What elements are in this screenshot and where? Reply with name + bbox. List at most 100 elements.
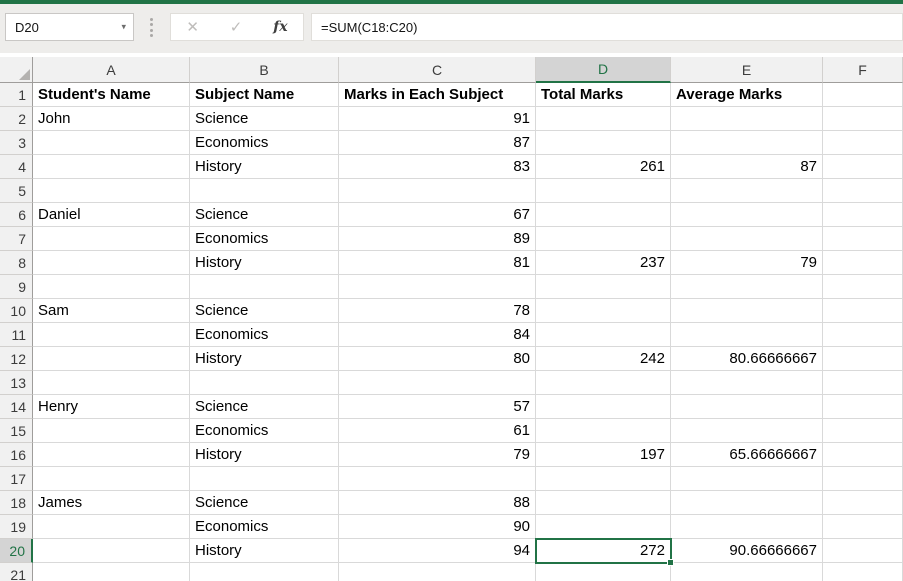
row-header-20[interactable]: 20: [0, 539, 33, 563]
cell-D18[interactable]: [536, 491, 671, 515]
cell-C1[interactable]: Marks in Each Subject: [339, 83, 536, 107]
row-header-3[interactable]: 3: [0, 131, 33, 155]
cell-E18[interactable]: [671, 491, 823, 515]
cell-F16[interactable]: [823, 443, 903, 467]
cell-C21[interactable]: [339, 563, 536, 581]
fill-handle[interactable]: [667, 559, 674, 566]
row-header-18[interactable]: 18: [0, 491, 33, 515]
cell-D1[interactable]: Total Marks: [536, 83, 671, 107]
column-header-B[interactable]: B: [190, 57, 339, 83]
cell-C3[interactable]: 87: [339, 131, 536, 155]
column-header-F[interactable]: F: [823, 57, 903, 83]
cell-B9[interactable]: [190, 275, 339, 299]
cell-D7[interactable]: [536, 227, 671, 251]
cell-B11[interactable]: Economics: [190, 323, 339, 347]
cell-C17[interactable]: [339, 467, 536, 491]
row-header-6[interactable]: 6: [0, 203, 33, 227]
cell-F1[interactable]: [823, 83, 903, 107]
cell-F21[interactable]: [823, 563, 903, 581]
row-header-19[interactable]: 19: [0, 515, 33, 539]
cell-B6[interactable]: Science: [190, 203, 339, 227]
cancel-icon[interactable]: ✕: [186, 18, 199, 36]
row-header-17[interactable]: 17: [0, 467, 33, 491]
cell-F14[interactable]: [823, 395, 903, 419]
cell-D8[interactable]: 237: [536, 251, 671, 275]
cell-E19[interactable]: [671, 515, 823, 539]
row-header-16[interactable]: 16: [0, 443, 33, 467]
cell-D2[interactable]: [536, 107, 671, 131]
cell-E17[interactable]: [671, 467, 823, 491]
cell-C12[interactable]: 80: [339, 347, 536, 371]
cell-E10[interactable]: [671, 299, 823, 323]
cell-E20[interactable]: 90.66666667: [671, 539, 823, 563]
formula-input[interactable]: =SUM(C18:C20): [311, 13, 903, 41]
cell-F17[interactable]: [823, 467, 903, 491]
cell-F13[interactable]: [823, 371, 903, 395]
cell-D10[interactable]: [536, 299, 671, 323]
cell-F4[interactable]: [823, 155, 903, 179]
cell-E15[interactable]: [671, 419, 823, 443]
column-header-C[interactable]: C: [339, 57, 536, 83]
cell-C15[interactable]: 61: [339, 419, 536, 443]
row-header-2[interactable]: 2: [0, 107, 33, 131]
cell-A7[interactable]: [33, 227, 190, 251]
cell-D14[interactable]: [536, 395, 671, 419]
cell-B8[interactable]: History: [190, 251, 339, 275]
cell-D11[interactable]: [536, 323, 671, 347]
row-header-9[interactable]: 9: [0, 275, 33, 299]
column-header-E[interactable]: E: [671, 57, 823, 83]
cell-C8[interactable]: 81: [339, 251, 536, 275]
row-header-10[interactable]: 10: [0, 299, 33, 323]
cell-C20[interactable]: 94: [339, 539, 536, 563]
cell-B18[interactable]: Science: [190, 491, 339, 515]
cell-A3[interactable]: [33, 131, 190, 155]
formula-bar-splitter-icon[interactable]: [150, 18, 153, 37]
cell-A4[interactable]: [33, 155, 190, 179]
cell-F10[interactable]: [823, 299, 903, 323]
cell-C11[interactable]: 84: [339, 323, 536, 347]
row-header-21[interactable]: 21: [0, 563, 33, 581]
cell-A21[interactable]: [33, 563, 190, 581]
cell-C10[interactable]: 78: [339, 299, 536, 323]
cell-D5[interactable]: [536, 179, 671, 203]
cell-B1[interactable]: Subject Name: [190, 83, 339, 107]
cell-D16[interactable]: 197: [536, 443, 671, 467]
cell-B15[interactable]: Economics: [190, 419, 339, 443]
cell-D15[interactable]: [536, 419, 671, 443]
name-box-dropdown-icon[interactable]: ▾: [121, 22, 126, 33]
row-header-12[interactable]: 12: [0, 347, 33, 371]
row-header-4[interactable]: 4: [0, 155, 33, 179]
cell-A12[interactable]: [33, 347, 190, 371]
select-all-button[interactable]: [0, 57, 33, 83]
cell-E2[interactable]: [671, 107, 823, 131]
cell-F5[interactable]: [823, 179, 903, 203]
cell-A13[interactable]: [33, 371, 190, 395]
cell-F20[interactable]: [823, 539, 903, 563]
cell-B16[interactable]: History: [190, 443, 339, 467]
cell-A17[interactable]: [33, 467, 190, 491]
cell-C16[interactable]: 79: [339, 443, 536, 467]
cell-A19[interactable]: [33, 515, 190, 539]
row-header-5[interactable]: 5: [0, 179, 33, 203]
cell-C19[interactable]: 90: [339, 515, 536, 539]
cell-F3[interactable]: [823, 131, 903, 155]
cell-A16[interactable]: [33, 443, 190, 467]
cell-A2[interactable]: John: [33, 107, 190, 131]
cell-E13[interactable]: [671, 371, 823, 395]
cell-F2[interactable]: [823, 107, 903, 131]
cell-B12[interactable]: History: [190, 347, 339, 371]
cell-B3[interactable]: Economics: [190, 131, 339, 155]
cell-C18[interactable]: 88: [339, 491, 536, 515]
row-header-13[interactable]: 13: [0, 371, 33, 395]
cell-B17[interactable]: [190, 467, 339, 491]
cell-C2[interactable]: 91: [339, 107, 536, 131]
cell-C4[interactable]: 83: [339, 155, 536, 179]
cell-D3[interactable]: [536, 131, 671, 155]
column-header-A[interactable]: A: [33, 57, 190, 83]
cell-E7[interactable]: [671, 227, 823, 251]
row-header-15[interactable]: 15: [0, 419, 33, 443]
cell-A10[interactable]: Sam: [33, 299, 190, 323]
cell-D17[interactable]: [536, 467, 671, 491]
cell-A14[interactable]: Henry: [33, 395, 190, 419]
cell-F18[interactable]: [823, 491, 903, 515]
